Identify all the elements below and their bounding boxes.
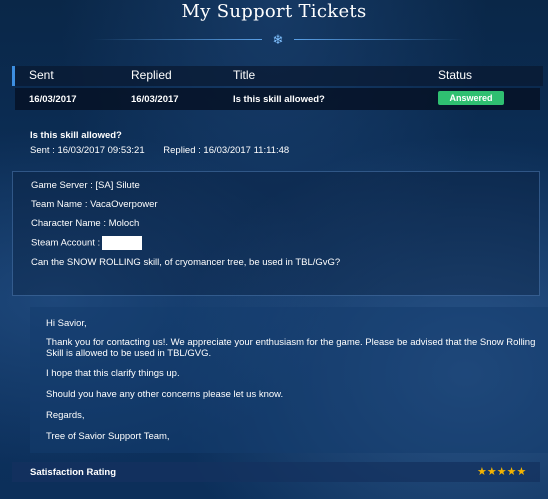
status-badge: Answered: [438, 91, 504, 105]
answer-followup: I hope that this clarify things up.: [46, 368, 180, 379]
game-server: Game Server : [SA] Silute: [31, 180, 140, 191]
request-details: Game Server : [SA] Silute Team Name : Va…: [12, 171, 540, 296]
character-name: Character Name : Moloch: [31, 218, 140, 229]
satisfaction-rating: Satisfaction Rating ★★★★★: [12, 462, 540, 482]
steam-account-row: Steam Account :: [31, 236, 143, 250]
divider-line-left: [92, 39, 262, 40]
star-rating-icon[interactable]: ★★★★★: [477, 465, 526, 478]
page-title: My Support Tickets: [181, 1, 367, 22]
row-replied-date: 16/03/2017: [131, 94, 179, 105]
team-name: Team Name : VacaOverpower: [31, 199, 158, 210]
answer-greeting: Hi Savior,: [46, 318, 87, 329]
ticket-sent-time: Sent : 16/03/2017 09:53:21: [30, 145, 145, 156]
answer-body: Thank you for contacting us!. We appreci…: [46, 337, 536, 359]
snowflake-icon: ❄: [272, 32, 284, 47]
divider-line-right: [294, 39, 464, 40]
rating-label: Satisfaction Rating: [30, 467, 117, 478]
support-answer: Hi Savior, Thank you for contacting us!.…: [30, 307, 548, 453]
steam-account: Steam Account :: [31, 237, 101, 249]
redaction-block: [102, 236, 143, 250]
row-sent-date: 16/03/2017: [29, 94, 77, 105]
row-title[interactable]: Is this skill allowed?: [233, 94, 325, 105]
question-text: Can the SNOW ROLLING skill, of cryomance…: [31, 257, 341, 268]
answer-closing: Regards,: [46, 410, 85, 421]
ticket-meta: Sent : 16/03/2017 09:53:21 Replied : 16/…: [30, 145, 289, 156]
column-header-title: Title: [233, 68, 256, 82]
answer-signature: Tree of Savior Support Team,: [46, 431, 170, 442]
ticket-replied-time: Replied : 16/03/2017 11:11:48: [163, 145, 290, 156]
column-header-replied: Replied: [131, 68, 172, 82]
tickets-table-header: Sent Replied Title Status: [12, 66, 543, 86]
table-row[interactable]: 16/03/2017 16/03/2017 Is this skill allo…: [15, 88, 540, 110]
answer-concerns: Should you have any other concerns pleas…: [46, 389, 284, 400]
column-header-sent: Sent: [29, 68, 54, 82]
title-divider: ❄: [12, 32, 548, 48]
ticket-subject: Is this skill allowed?: [30, 130, 122, 141]
column-header-status: Status: [438, 68, 473, 82]
